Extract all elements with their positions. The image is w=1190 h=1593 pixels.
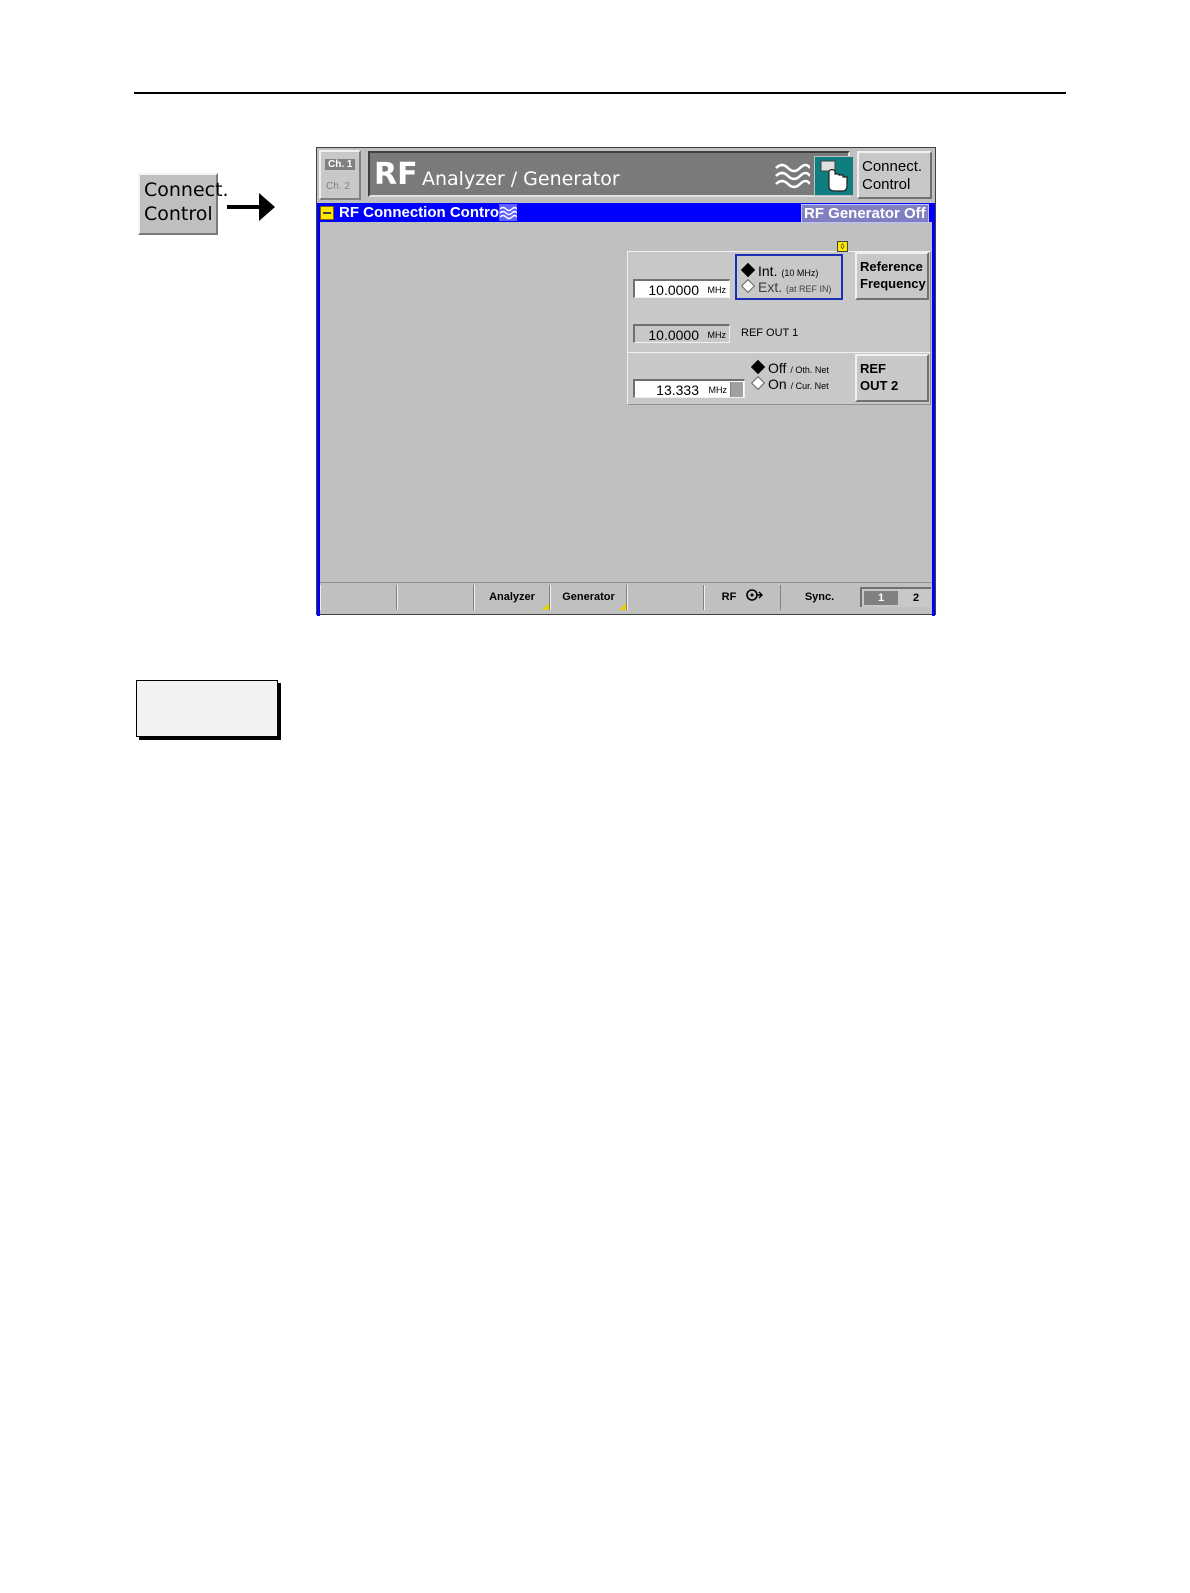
title-bar: RF Analyzer / Generator [368,151,854,197]
ref-out2-unit: MHz [708,385,728,395]
ref-out1-label: REF OUT 1 [741,327,799,339]
softkey-analyzer-label: Analyzer [489,591,535,603]
on-label: On [768,376,787,392]
connect-control-button[interactable]: Connect. Control [857,151,932,199]
submenu-mark-icon [619,603,626,610]
radio-unselected-icon [740,278,756,294]
ref-out2-button-line1: REF [860,361,886,376]
radio-int[interactable]: Int. (10 MHz) [740,262,819,279]
ext-label: Ext. [758,279,783,295]
softkey-empty-2[interactable] [397,585,474,610]
reference-button-line1: Reference [860,259,923,274]
page-top-rule [134,92,1066,94]
softkey-generator-label: Generator [562,591,615,603]
ref-out1-unit: MHz [707,330,727,340]
generator-status-badge: RF Generator Off [801,204,929,223]
reference-frequency-button[interactable]: Reference Frequency [855,252,929,300]
softkey-analyzer[interactable]: Analyzer [474,585,550,610]
submenu-mark-icon [542,603,549,610]
arrow-right-icon-head [259,193,275,221]
softkey-bar: Analyzer Generator RF Sync. 1 2 [320,582,932,613]
side-button-line2: Control [144,203,213,225]
softkey-rf-label: RF [721,591,737,603]
channel-1-label[interactable]: Ch. 1 [325,159,356,170]
softkey-generator[interactable]: Generator [550,585,627,610]
reference-source-selector[interactable]: Int. (10 MHz) Ext. (at REF IN) [735,254,843,300]
softkey-empty-1[interactable] [320,585,397,610]
connect-control-side-button[interactable]: Connect. Control [138,173,229,235]
off-note: / Oth. Net [790,365,829,375]
menu-icon[interactable] [320,206,334,220]
ref-out2-button[interactable]: REF OUT 2 [855,354,929,402]
sync-selector[interactable]: 1 2 [860,587,931,607]
reference-frequency-unit: MHz [707,285,727,295]
hand-touch-icon[interactable] [814,156,854,196]
radio-selected-icon [740,262,756,278]
info-marker-icon: ◊ [837,241,848,252]
menu-status-bar: RF Connection Control RF Generator Off [317,203,935,223]
ref-out1-field: 10.0000 MHz [633,324,730,343]
reference-frequency-value: 10.0000 [648,282,699,298]
arrow-right-icon [227,205,263,209]
menu-title: RF Connection Control [339,204,504,221]
connect-control-line1: Connect. [862,158,923,175]
radio-unselected-icon [750,375,766,391]
on-note: / Cur. Net [790,381,829,391]
sync-label: Sync. [804,591,835,603]
channel-2-label[interactable]: Ch. 2 [326,181,350,192]
side-button-line1: Connect. [144,179,229,201]
instrument-screen: Ch. 1 Ch. 2 RF Analyzer / Generator Conn… [316,147,936,616]
softkey-rf[interactable]: RF [704,585,781,610]
ext-note: (at REF IN) [786,284,832,294]
reference-button-line2: Frequency [860,276,926,291]
radio-ext[interactable]: Ext. (at REF IN) [740,278,832,295]
sync-option-1[interactable]: 1 [864,591,898,605]
rf-wave-icon [775,163,810,189]
channel-selector[interactable]: Ch. 1 Ch. 2 [319,150,361,200]
ref-out2-value: 13.333 [656,382,699,398]
empty-key-box [136,680,278,737]
radio-on[interactable]: On / Cur. Net [750,375,829,392]
reference-frequency-field[interactable]: 10.0000 MHz [633,279,730,298]
radio-selected-icon [750,359,766,375]
rf-wave-small-icon [499,204,517,221]
spin-arrows-icon[interactable] [730,382,743,397]
off-label: Off [768,360,787,376]
softkey-empty-3[interactable] [627,585,704,610]
int-note: (10 MHz) [781,268,819,278]
radio-off[interactable]: Off / Oth. Net [750,359,829,376]
page-title: RF [374,157,418,192]
int-label: Int. [758,263,778,279]
ref-out1-value: 10.0000 [648,327,699,343]
connect-control-line2: Control [862,176,911,193]
page-subtitle: Analyzer / Generator [422,168,620,190]
ref-out2-frequency-field[interactable]: 13.333 MHz [633,379,745,398]
rf-connector-icon [746,589,764,601]
ref-out2-button-line2: OUT 2 [860,378,899,393]
sync-option-2[interactable]: 2 [906,591,926,605]
